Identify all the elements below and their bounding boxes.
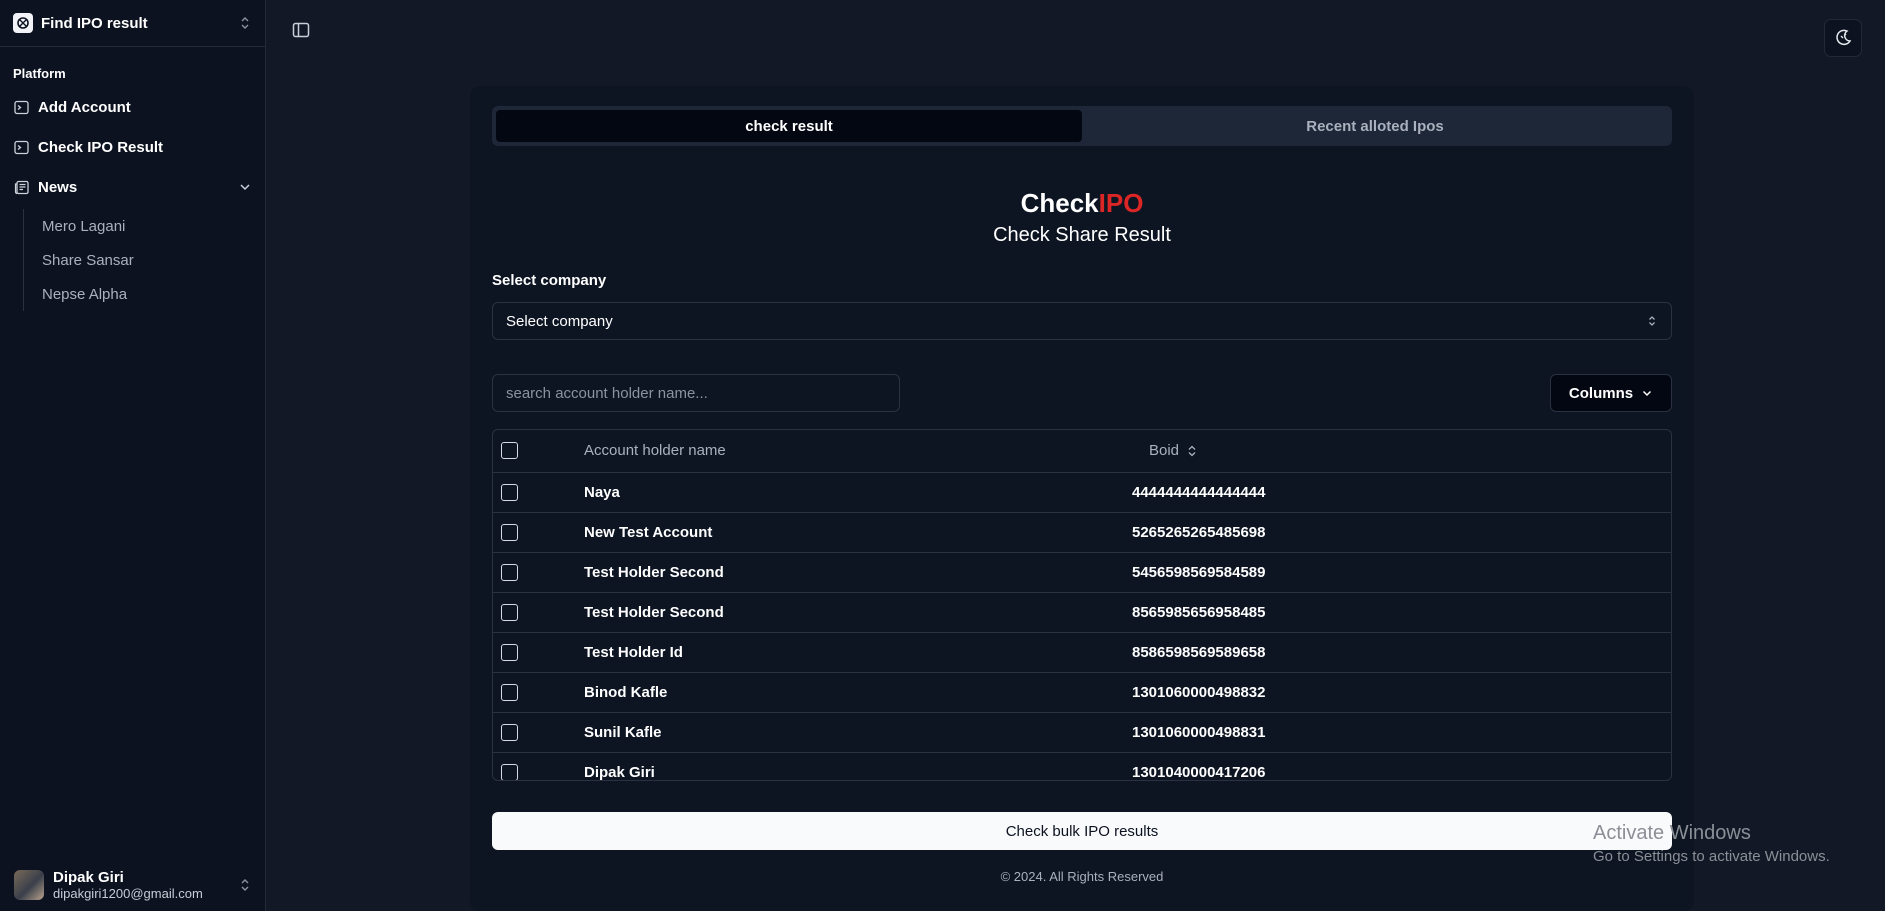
chevron-down-icon[interactable] (239, 181, 251, 193)
boid-value: 1301060000498832 (1132, 683, 1266, 701)
table-row: Sunil Kafle 1301060000498831 (493, 712, 1671, 752)
user-menu[interactable]: Dipak Giri dipakgiri1200@gmail.com (0, 859, 266, 911)
select-all-checkbox[interactable] (501, 442, 518, 460)
sidebar-subitem-mero-lagani[interactable]: Mero Lagani (42, 209, 265, 243)
row-checkbox-cell (493, 472, 584, 512)
account-holder-name: New Test Account (584, 523, 713, 541)
table-row: Naya 4444444444444444 (493, 472, 1671, 512)
table-row: Test Holder Second 8565985656958485 (493, 592, 1671, 632)
columns-button-label: Columns (1568, 384, 1634, 402)
row-checkbox[interactable] (501, 763, 518, 780)
chevron-down-icon (1643, 390, 1652, 397)
chevrons-up-down-icon (241, 17, 249, 29)
header-checkbox-cell (493, 430, 584, 472)
columns-button[interactable]: Columns (1550, 374, 1672, 412)
sidebar-item-add-account[interactable]: Add Account (0, 87, 265, 127)
sidebar-subitem-share-sansar[interactable]: Share Sansar (42, 243, 265, 277)
table-row: Test Holder Second 5456598569584589 (493, 552, 1671, 592)
table-row: Dipak Giri 1301040000417206 (493, 752, 1671, 781)
account-holder-name: Dipak Giri (584, 763, 655, 781)
row-checkbox[interactable] (501, 483, 518, 501)
account-holder-name: Test Holder Id (584, 643, 683, 661)
chevrons-up-down-icon (241, 879, 249, 891)
boid-value: 5456598569584589 (1132, 563, 1266, 581)
account-holder-name: Naya (584, 483, 620, 501)
windows-activation-watermark: Activate Windows Go to Settings to activ… (1593, 822, 1830, 865)
main-card: check result Recent alloted Ipos CheckIP… (470, 86, 1694, 911)
page-title: CheckIPO (470, 188, 1694, 219)
accounts-table: Account holder name Boid Naya 44444444444… (492, 429, 1672, 781)
table-row: Test Holder Id 8586598569589658 (493, 632, 1671, 672)
avatar (14, 870, 44, 900)
tab-recent-alloted-ipos[interactable]: Recent alloted Ipos (1082, 110, 1668, 142)
account-holder-name: Sunil Kafle (584, 723, 662, 741)
row-checkbox-cell (493, 592, 584, 632)
sidebar-subitem-nepse-alpha[interactable]: Nepse Alpha (42, 277, 265, 311)
row-checkbox-cell (493, 712, 584, 752)
row-checkbox-cell (493, 672, 584, 712)
page-subtitle: Check Share Result (993, 224, 1171, 246)
sidebar: Find IPO result Platform Add Account Che… (0, 0, 266, 911)
boid-value: 1301040000417206 (1132, 763, 1266, 781)
sidebar-item-check-ipo-result[interactable]: Check IPO Result (0, 127, 265, 167)
account-holder-name: Binod Kafle (584, 683, 668, 701)
row-checkbox-cell (493, 512, 584, 552)
boid-value: 4444444444444444 (1132, 483, 1266, 501)
terminal-square-icon (14, 100, 29, 114)
news-submenu: Mero Lagani Share Sansar Nepse Alpha (23, 209, 265, 311)
table-header-row: Account holder name Boid (493, 430, 1671, 472)
theme-toggle-button[interactable] (1824, 19, 1862, 57)
title-part-ipo: IPO (1098, 188, 1144, 218)
newspaper-icon (14, 180, 29, 194)
table-row: New Test Account 5265265265485698 (493, 512, 1671, 552)
moon-icon (1836, 29, 1852, 46)
footer-copyright: © 2024. All Rights Reserved (1000, 869, 1164, 884)
app-logo-icon (13, 13, 33, 33)
sidebar-item-label: Add Account (38, 98, 131, 116)
sidebar-group-label: Platform (13, 66, 66, 81)
company-label: Select company (492, 272, 607, 289)
app-title: Find IPO result (41, 14, 148, 32)
row-checkbox[interactable] (501, 523, 518, 541)
user-email: dipakgiri1200@gmail.com (53, 886, 203, 901)
column-header-boid-cell: Boid (1132, 430, 1671, 472)
check-bulk-results-button[interactable]: Check bulk IPO results (492, 812, 1672, 850)
chevrons-up-down-icon (1649, 316, 1655, 326)
search-input[interactable] (492, 374, 900, 412)
tab-check-result[interactable]: check result (496, 110, 1082, 142)
tab-list: check result Recent alloted Ipos (492, 106, 1672, 146)
watermark-title: Activate Windows (1593, 822, 1751, 844)
row-checkbox[interactable] (501, 683, 518, 701)
column-header-boid[interactable]: Boid (1132, 442, 1197, 459)
boid-value: 1301060000498831 (1132, 723, 1266, 741)
watermark-subtitle: Go to Settings to activate Windows. (1593, 848, 1830, 865)
sidebar-item-label: News (38, 178, 78, 196)
sidebar-item-news[interactable]: News (0, 167, 265, 207)
boid-value: 8565985656958485 (1132, 603, 1266, 621)
user-info: Dipak Giri dipakgiri1200@gmail.com (53, 869, 238, 901)
company-select[interactable]: Select company (492, 302, 1672, 340)
row-checkbox[interactable] (501, 723, 518, 741)
row-checkbox[interactable] (501, 563, 518, 581)
row-checkbox-cell (493, 632, 584, 672)
sidebar-item-label: Check IPO Result (38, 138, 164, 156)
boid-value: 8586598569589658 (1132, 643, 1266, 661)
column-header-boid-label: Boid (1149, 442, 1180, 460)
row-checkbox[interactable] (501, 603, 518, 621)
terminal-square-icon (14, 140, 29, 154)
company-select-value: Select company (506, 312, 613, 330)
sidebar-toggle-icon[interactable] (292, 21, 310, 39)
account-holder-name: Test Holder Second (584, 603, 724, 621)
account-holder-name: Test Holder Second (584, 563, 724, 581)
title-part-check: Check (1020, 188, 1099, 218)
sort-icon (1188, 445, 1196, 457)
column-header-name: Account holder name (584, 442, 726, 460)
row-checkbox[interactable] (501, 643, 518, 661)
row-checkbox-cell (493, 752, 584, 780)
team-switcher[interactable]: Find IPO result (0, 0, 265, 47)
table-row: Binod Kafle 1301060000498832 (493, 672, 1671, 712)
row-checkbox-cell (493, 552, 584, 592)
user-name: Dipak Giri (53, 869, 124, 886)
boid-value: 5265265265485698 (1132, 523, 1266, 541)
